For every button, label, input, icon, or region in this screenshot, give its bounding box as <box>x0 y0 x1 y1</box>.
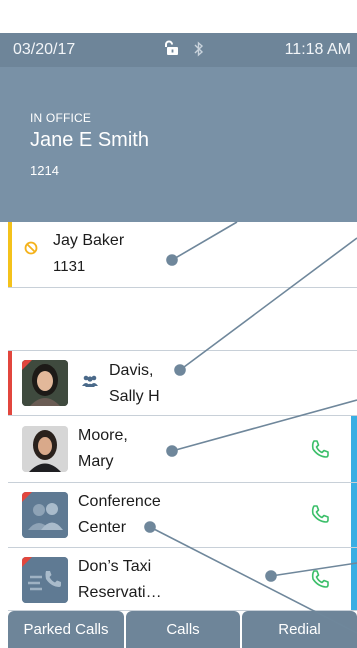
line-name: Jay Baker <box>53 232 125 249</box>
active-line-indicator <box>351 416 357 482</box>
active-line-indicator <box>351 548 357 610</box>
group-icon <box>81 374 99 393</box>
line-key-conference-center[interactable]: Conference Center <box>8 483 357 548</box>
user-extension: 1214 <box>30 163 59 178</box>
do-not-disturb-icon <box>24 241 38 260</box>
phone-icon[interactable] <box>309 503 331 525</box>
user-name: Jane E Smith <box>30 129 149 151</box>
line-extension: 1131 <box>53 258 86 275</box>
status-time: 11:18 AM <box>284 41 351 58</box>
line-name-first: Conference <box>78 493 161 510</box>
unlock-icon <box>163 40 179 61</box>
phone-screen: 03/20/17 11:18 AM IN OFFICE Jane E Smith… <box>0 0 357 648</box>
missed-badge <box>22 492 32 502</box>
missed-badge <box>22 360 32 370</box>
presence-status: IN OFFICE <box>30 111 92 125</box>
user-header: IN OFFICE Jane E Smith 1214 <box>0 67 357 222</box>
tab-parked-calls[interactable]: Parked Calls <box>8 611 124 648</box>
line-key-empty[interactable] <box>8 288 357 351</box>
bluetooth-icon <box>193 41 205 62</box>
line-key-davis-sally[interactable]: Davis, Sally H <box>8 351 357 416</box>
tab-calls[interactable]: Calls <box>126 611 240 648</box>
line-key-moore-mary[interactable]: Moore, Mary <box>8 416 357 483</box>
contact-photo <box>22 426 68 472</box>
line-name-second: Mary <box>78 453 114 470</box>
line-status-marker <box>8 351 12 415</box>
line-key-jay-baker[interactable]: Jay Baker 1131 <box>8 222 357 288</box>
line-status-marker <box>8 222 12 287</box>
line-name-second: Sally H <box>109 388 160 405</box>
softkey-bar: Parked Calls Calls Redial <box>8 611 357 648</box>
line-key-dons-taxi[interactable]: Don’s Taxi Reservati… <box>8 548 357 611</box>
missed-badge <box>22 557 32 567</box>
status-date: 03/20/17 <box>13 41 76 58</box>
tab-redial[interactable]: Redial <box>242 611 357 648</box>
line-name-first: Davis, <box>109 362 154 379</box>
status-bar: 03/20/17 11:18 AM <box>0 33 357 67</box>
phone-icon[interactable] <box>309 568 331 590</box>
contact-photo <box>22 557 68 603</box>
contact-photo <box>22 360 68 406</box>
line-name-second: Center <box>78 519 127 536</box>
phone-icon[interactable] <box>309 438 331 460</box>
contact-photo <box>22 492 68 538</box>
active-line-indicator <box>351 483 357 547</box>
line-name-second: Reservati… <box>78 584 162 601</box>
line-name-first: Moore, <box>78 427 128 444</box>
line-name-first: Don’s Taxi <box>78 558 152 575</box>
